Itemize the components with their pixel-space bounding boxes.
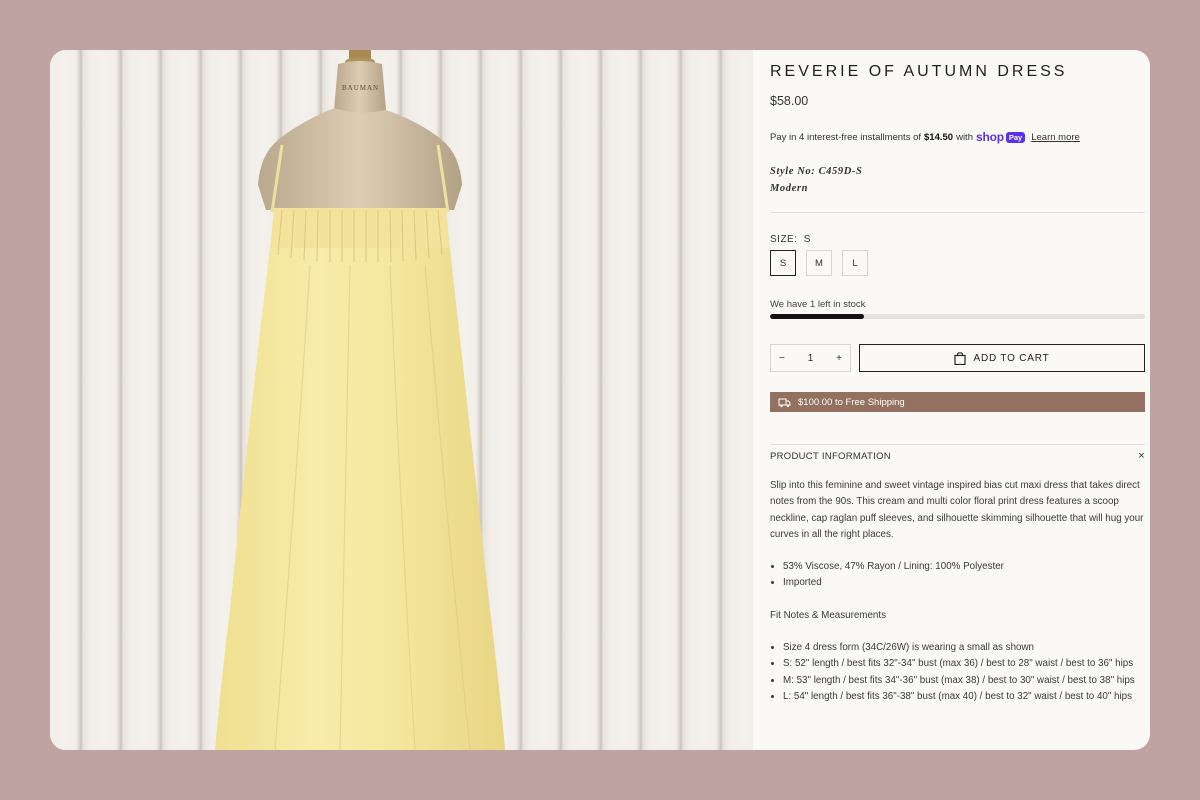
dress-illustration (215, 50, 505, 750)
product-card: BAUMAN REVERIE OF AUTUMN DRESS $58.00 Pa… (50, 50, 1150, 750)
product-image[interactable]: BAUMAN (50, 50, 753, 750)
fit-notes-heading: Fit Notes & Measurements (770, 609, 886, 621)
style-number: Style No: C459D-S (770, 166, 863, 177)
stock-progress-bar (770, 314, 1145, 319)
style-info: Style No: C459D-S Modern (770, 163, 862, 197)
dress-skirt (215, 248, 505, 750)
product-title: REVERIE OF AUTUMN DRESS (770, 63, 1068, 80)
list-item: 53% Viscose, 47% Rayon / Lining: 100% Po… (783, 559, 1144, 575)
divider (770, 444, 1145, 445)
size-option-l[interactable]: L (842, 250, 868, 276)
learn-more-link[interactable]: Learn more (1031, 132, 1080, 143)
list-item: Size 4 dress form (34C/26W) is wearing a… (783, 640, 1144, 656)
product-info-panel: REVERIE OF AUTUMN DRESS $58.00 Pay in 4 … (753, 50, 1150, 750)
fit-notes-list: Size 4 dress form (34C/26W) is wearing a… (770, 640, 1144, 705)
form-label: BAUMAN (342, 84, 380, 92)
list-item: S: 52" length / best fits 32"-34" bust (… (783, 656, 1144, 672)
product-description: Slip into this feminine and sweet vintag… (770, 478, 1144, 721)
installments-suffix: with (956, 131, 973, 143)
size-option-m[interactable]: M (806, 250, 832, 276)
divider (770, 212, 1145, 213)
size-label-text: SIZE: (770, 234, 798, 245)
materials-list: 53% Viscose, 47% Rayon / Lining: 100% Po… (770, 559, 1144, 592)
size-option-s[interactable]: S (770, 250, 796, 276)
list-item: M: 53" length / best fits 34"-36" bust (… (783, 673, 1144, 689)
dress-form-body (258, 108, 462, 210)
free-shipping-bar: $100.00 to Free Shipping (770, 392, 1145, 412)
quantity-increase-button[interactable]: + (836, 353, 842, 364)
size-label: SIZE: S (770, 234, 811, 245)
quantity-decrease-button[interactable]: − (779, 353, 785, 364)
installments-amount: $14.50 (924, 131, 954, 143)
shop-pay-word: shop (975, 130, 1004, 144)
close-icon[interactable]: × (1138, 451, 1145, 462)
product-price: $58.00 (770, 94, 809, 108)
installments-prefix: Pay in 4 interest-free installments of (770, 131, 922, 143)
quantity-stepper: − 1 + (770, 344, 851, 372)
product-information-heading: PRODUCT INFORMATION (770, 451, 891, 462)
shipping-truck-icon (778, 398, 791, 407)
list-item: L: 54" length / best fits 36"-38" bust (… (783, 689, 1144, 705)
stock-text: We have 1 left in stock (770, 299, 866, 310)
add-to-cart-label: ADD TO CART (973, 352, 1050, 364)
shopping-bag-icon (954, 351, 967, 365)
dress-bodice (270, 208, 450, 250)
size-selected-value: S (803, 234, 811, 245)
style-category: Modern (770, 183, 809, 194)
description-text: Slip into this feminine and sweet vintag… (770, 480, 1144, 540)
quantity-value[interactable]: 1 (808, 353, 814, 364)
free-shipping-text: $100.00 to Free Shipping (798, 396, 905, 408)
size-options: S M L (770, 250, 868, 276)
list-item: Imported (783, 575, 1144, 591)
product-information-toggle[interactable]: PRODUCT INFORMATION × (770, 451, 1145, 463)
installments-message: Pay in 4 interest-free installments of $… (770, 130, 1080, 144)
stock-progress-fill (770, 314, 864, 319)
add-to-cart-button[interactable]: ADD TO CART (859, 344, 1145, 372)
shop-pay-logo: shop Pay (975, 130, 1026, 144)
shop-pay-badge: Pay (1005, 131, 1026, 143)
